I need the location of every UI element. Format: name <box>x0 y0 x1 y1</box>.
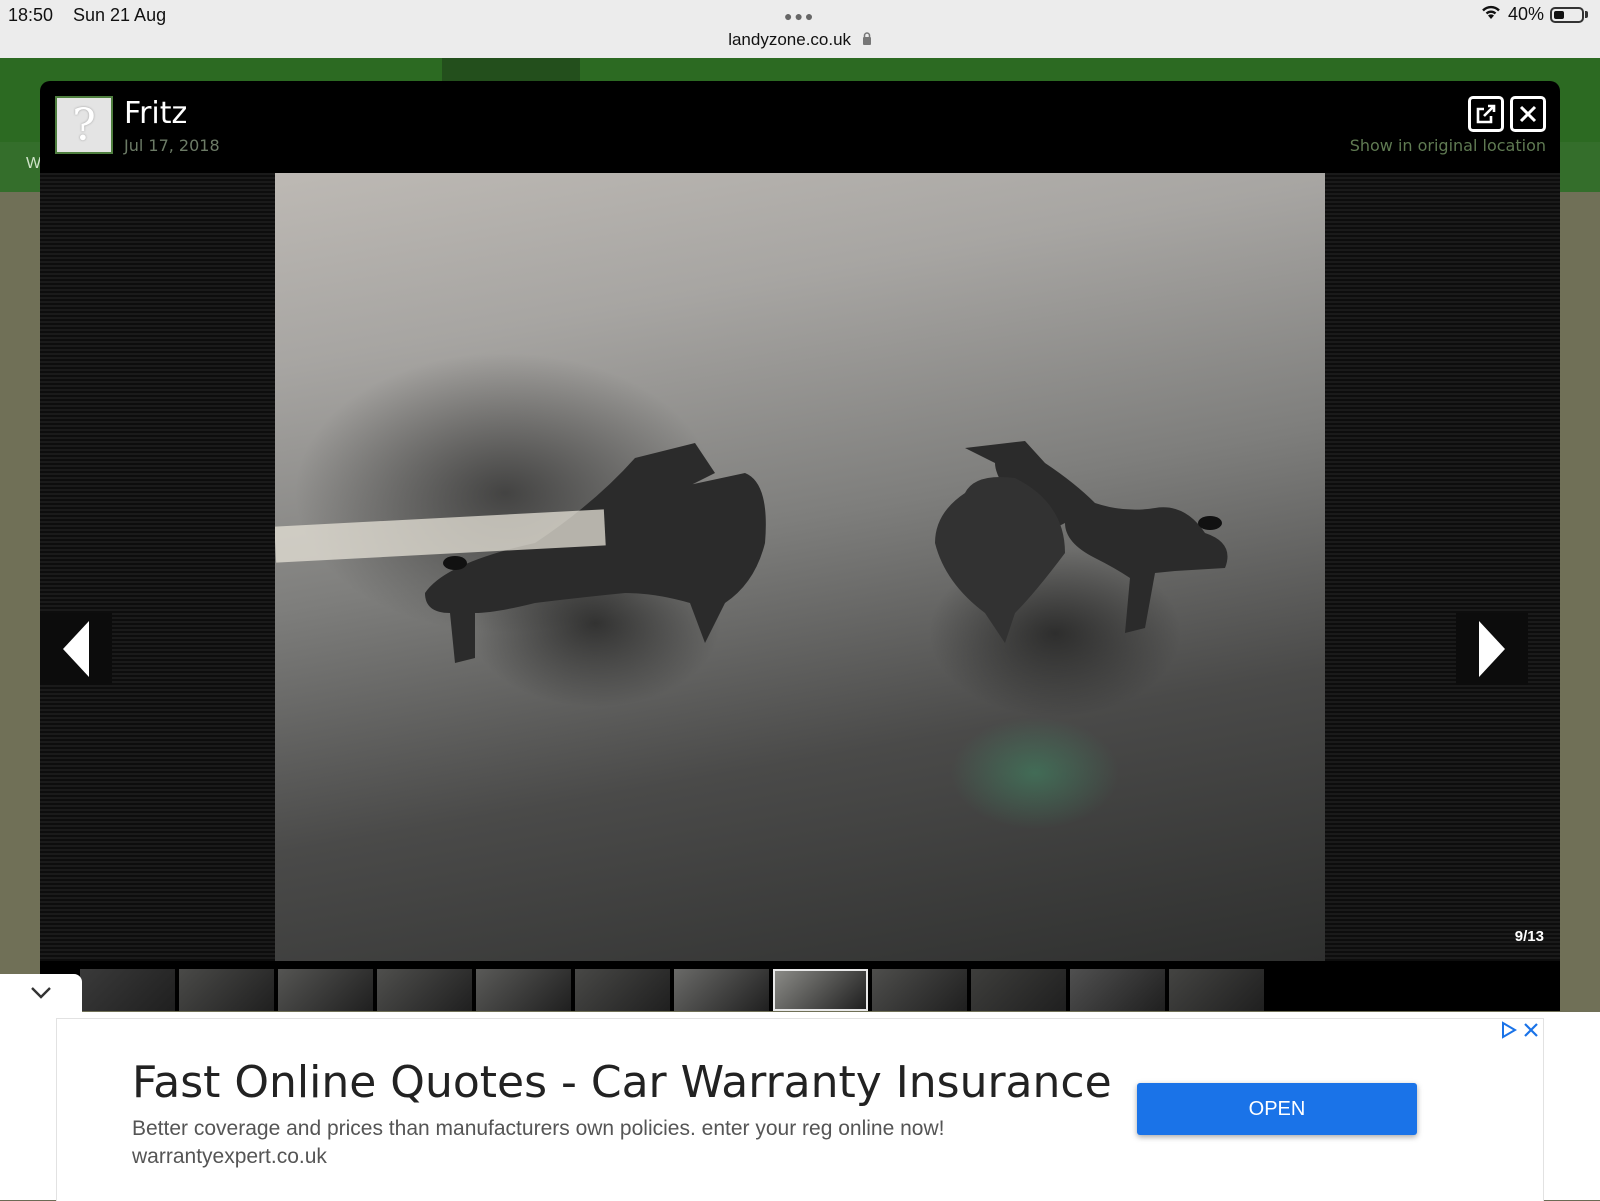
battery-icon <box>1550 6 1584 23</box>
close-button[interactable] <box>1510 96 1546 132</box>
site-nav-item[interactable]: W <box>26 155 41 173</box>
ad-choices-icon[interactable] <box>1501 1021 1517 1039</box>
show-original-link[interactable]: Show in original location <box>1350 136 1546 155</box>
thumbnail[interactable] <box>80 969 175 1011</box>
collapse-ad-button[interactable] <box>0 974 82 1012</box>
thumbnail[interactable] <box>476 969 571 1011</box>
next-image-button[interactable] <box>1456 613 1528 685</box>
arrow-left-icon <box>63 621 89 677</box>
thumbnail[interactable] <box>377 969 472 1011</box>
thumbnail-strip <box>80 969 1264 1011</box>
thumbnail[interactable] <box>278 969 373 1011</box>
image-counter: 9/13 <box>1514 928 1544 945</box>
lightbox-photo[interactable] <box>275 173 1325 961</box>
battery-percent: 40% <box>1507 4 1544 24</box>
thumbnail[interactable] <box>773 969 868 1011</box>
open-new-window-button[interactable] <box>1468 96 1504 132</box>
thumbnail[interactable] <box>1070 969 1165 1011</box>
arrow-right-icon <box>1479 621 1505 677</box>
url-text: landyzone.co.uk <box>728 30 852 49</box>
ad-card[interactable]: Fast Online Quotes - Car Warranty Insura… <box>56 1018 1544 1201</box>
lightbox: ? Fritz Jul 17, 2018 Show in original lo… <box>40 81 1560 1011</box>
chevron-down-icon <box>31 987 51 999</box>
thumbnail[interactable] <box>179 969 274 1011</box>
post-date: Jul 17, 2018 <box>124 136 220 155</box>
avatar[interactable]: ? <box>55 96 113 154</box>
thumbnail[interactable] <box>1169 969 1264 1011</box>
photo-parts <box>425 441 1228 663</box>
ad-open-button[interactable]: OPEN <box>1137 1083 1417 1135</box>
ad-title[interactable]: Fast Online Quotes - Car Warranty Insura… <box>132 1057 1112 1108</box>
external-link-icon <box>1476 104 1496 124</box>
thumbnail[interactable] <box>872 969 967 1011</box>
thumbnail[interactable] <box>674 969 769 1011</box>
close-icon <box>1519 105 1537 123</box>
previous-image-button[interactable] <box>40 613 112 685</box>
date: Sun 21 Aug <box>73 5 167 25</box>
author-name[interactable]: Fritz <box>124 96 187 131</box>
image-stage: 9/13 <box>40 173 1560 961</box>
lock-icon <box>862 32 872 48</box>
clock: 18:50 <box>8 5 54 25</box>
ad-close-icon[interactable] <box>1523 1022 1539 1038</box>
wifi-icon <box>1480 4 1502 25</box>
ad-domain[interactable]: warrantyexpert.co.uk <box>132 1145 327 1169</box>
site-nav-tab[interactable] <box>442 58 580 82</box>
thumbnail[interactable] <box>971 969 1066 1011</box>
status-bar: 18:50 Sun 21 Aug ●●● landyzone.co.uk 40% <box>0 0 1600 58</box>
thumbnail[interactable] <box>575 969 670 1011</box>
ad-description: Better coverage and prices than manufact… <box>132 1117 945 1140</box>
more-dots-icon[interactable]: ●●● <box>784 8 815 24</box>
address-bar[interactable]: landyzone.co.uk <box>0 30 1600 50</box>
